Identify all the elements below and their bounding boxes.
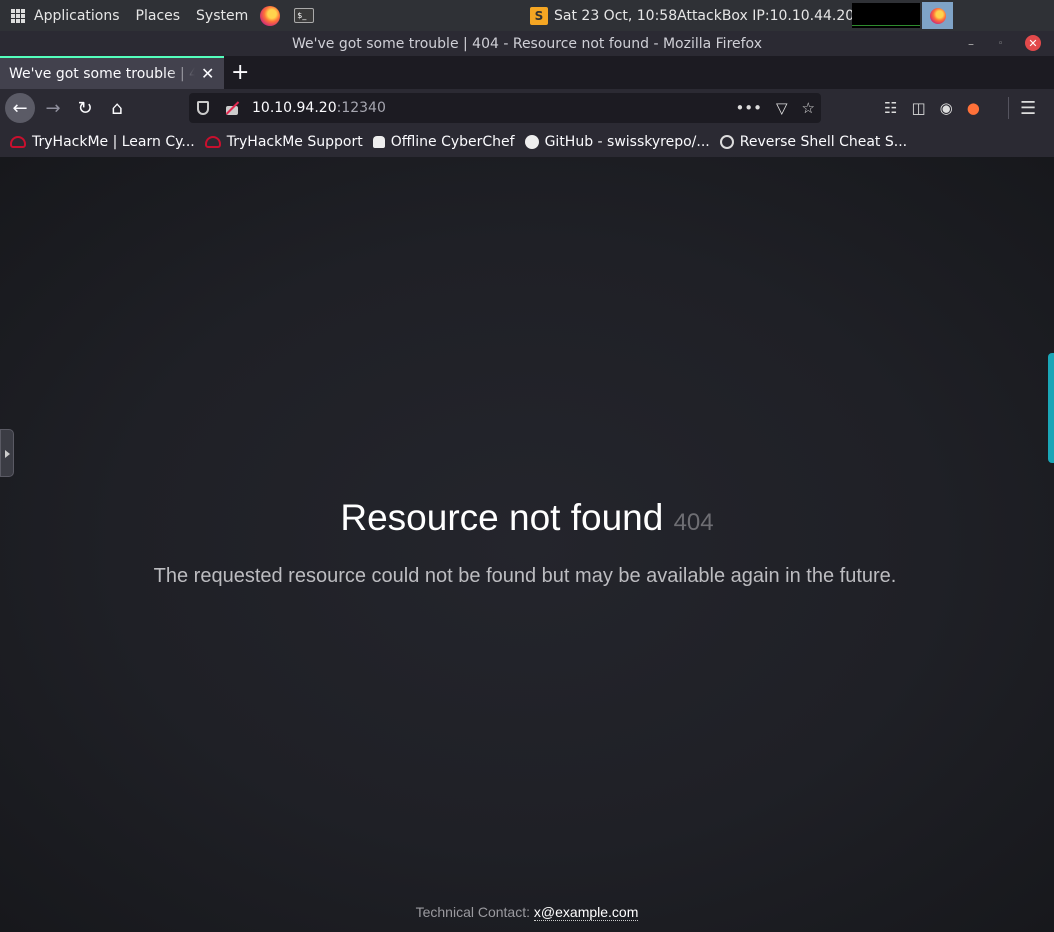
bookmark-item[interactable]: Reverse Shell Cheat S... [719, 134, 908, 150]
tab-title: We've got some trouble | 404 - Resource … [9, 65, 195, 82]
window-title: We've got some trouble | 404 - Resource … [292, 35, 762, 52]
page-content: Resource not found 404 The requested res… [0, 157, 1054, 932]
error-heading: Resource not found 404 [0, 497, 1054, 539]
close-window-icon[interactable]: ✕ [1025, 35, 1041, 51]
contact-label: Technical Contact: [415, 904, 531, 920]
side-panel-toggle[interactable] [0, 429, 14, 477]
url-host[interactable]: 10.10.94.20 [252, 100, 337, 116]
pocket-icon[interactable]: ▽ [776, 99, 788, 117]
sidebar-icon[interactable]: ◫ [911, 99, 925, 117]
firefox-taskbar-button[interactable] [922, 2, 953, 29]
toolbar-right: ☷ ◫ ◉ ● [884, 93, 980, 123]
bookmark-label: TryHackMe Support [226, 134, 363, 150]
tracking-shield-icon[interactable] [197, 101, 209, 115]
bookmark-label: TryHackMe | Learn Cy... [32, 134, 195, 150]
library-icon[interactable]: ☷ [884, 99, 897, 117]
bookmark-item[interactable]: TryHackMe | Learn Cy... [10, 134, 195, 150]
insecure-lock-icon[interactable] [225, 101, 239, 115]
error-message: The requested resource could not be foun… [153, 565, 897, 587]
apps-grid-icon[interactable] [11, 8, 25, 23]
bookmark-label: Offline CyberChef [390, 134, 515, 150]
system-monitor-graph [852, 3, 920, 28]
extension-fox-icon[interactable]: ● [967, 99, 980, 117]
attackbox-ip: AttackBox IP:10.10.44.201 [677, 7, 864, 24]
chef-icon [372, 136, 385, 148]
clock-text: Sat 23 Oct, 10:58 [554, 7, 678, 24]
toolbar-separator [1008, 97, 1009, 119]
account-icon[interactable]: ◉ [940, 99, 953, 117]
cloud-icon [10, 136, 26, 148]
bookmark-item[interactable]: GitHub - swisskyrepo/... [524, 134, 710, 150]
github-icon [524, 135, 539, 149]
firefox-icon [929, 7, 946, 24]
terminal-launcher-icon[interactable]: $_ [294, 8, 315, 23]
firefox-launcher-icon[interactable] [260, 5, 281, 26]
technical-contact: Technical Contact: x@example.com [0, 904, 1054, 921]
tab-active[interactable]: We've got some trouble | 404 - Resource … [0, 56, 224, 89]
cloud-icon [204, 136, 221, 148]
minimize-icon[interactable]: – [968, 31, 974, 56]
top-panel: Applications Places System $_ S Sat 23 O… [0, 0, 1054, 31]
tab-strip: We've got some trouble | 404 - Resource … [0, 56, 1054, 89]
bookmark-star-icon[interactable]: ☆ [802, 99, 815, 117]
nav-bar: ← → ↻ ⌂ 10.10.94.20:12340 ••• ▽ ☆ ☷ ◫ ◉ … [0, 89, 1054, 127]
globe-icon [719, 135, 734, 149]
bookmark-label: Reverse Shell Cheat S... [739, 134, 908, 150]
new-tab-icon[interactable]: + [231, 60, 249, 85]
url-actions: ••• ▽ ☆ [735, 93, 815, 123]
reload-icon[interactable]: ↻ [70, 93, 100, 123]
page-actions-icon[interactable]: ••• [735, 99, 762, 117]
url-port[interactable]: :12340 [337, 100, 386, 116]
error-code: 404 [673, 509, 714, 536]
panel-clock: S Sat 23 Oct, 10:58 AttackBox IP:10.10.4… [530, 0, 863, 31]
home-icon[interactable]: ⌂ [102, 93, 132, 123]
url-bar[interactable]: 10.10.94.20:12340 ••• ▽ ☆ [189, 93, 821, 123]
tab-close-icon[interactable]: ✕ [201, 64, 214, 83]
bookmarks-bar: TryHackMe | Learn Cy... TryHackMe Suppor… [0, 127, 1054, 157]
system-menu[interactable]: System [196, 8, 248, 24]
bookmark-item[interactable]: Offline CyberChef [372, 134, 515, 150]
contact-email-link[interactable]: x@example.com [533, 904, 639, 921]
edge-accent [1048, 353, 1054, 463]
error-heading-text: Resource not found [340, 497, 664, 538]
maximize-icon[interactable]: ◦ [998, 31, 1003, 56]
back-arrow-icon[interactable]: ← [5, 93, 35, 123]
sublime-text-icon[interactable]: S [530, 6, 548, 25]
hamburger-menu-icon[interactable]: ☰ [1020, 93, 1036, 123]
places-menu[interactable]: Places [136, 8, 181, 24]
forward-arrow-icon[interactable]: → [38, 93, 68, 123]
window-titlebar: We've got some trouble | 404 - Resource … [0, 31, 1054, 56]
bookmark-label: GitHub - swisskyrepo/... [544, 134, 710, 150]
bookmark-item[interactable]: TryHackMe Support [204, 134, 363, 150]
applications-menu[interactable]: Applications [34, 8, 120, 24]
